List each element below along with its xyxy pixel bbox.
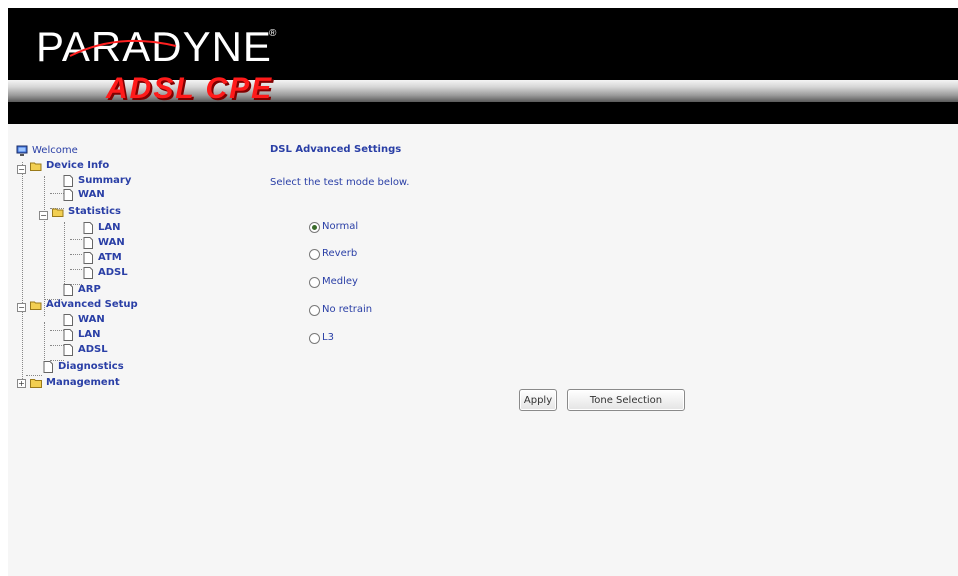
page-icon — [63, 314, 73, 326]
apply-button[interactable]: Apply — [519, 389, 557, 411]
tone-selection-button[interactable]: Tone Selection — [567, 389, 685, 411]
page-icon — [63, 175, 73, 187]
folder-open-icon — [30, 301, 42, 310]
page-icon — [63, 284, 73, 296]
nav-label: ADSL — [78, 344, 108, 355]
expand-icon[interactable]: + — [17, 379, 26, 388]
computer-icon — [16, 145, 28, 156]
tree-line — [70, 254, 82, 255]
nav-label: LAN — [98, 222, 121, 233]
tree-line — [70, 269, 82, 270]
app-frame: PARADYNE ® ADSL CPE − − − + Welcome Devi… — [8, 8, 958, 576]
nav-label: ADSL — [98, 267, 128, 278]
nav-label: Device Info — [46, 160, 110, 171]
tree-line — [44, 176, 45, 316]
nav-label: Summary — [78, 175, 132, 186]
collapse-icon[interactable]: − — [17, 165, 26, 174]
nav-label: ATM — [98, 252, 122, 263]
nav-tree: − − − + Welcome Device Info Summary WAN … — [16, 140, 256, 400]
registered-mark: ® — [269, 28, 277, 39]
product-name: ADSL CPE — [106, 72, 274, 105]
tree-line — [26, 375, 42, 376]
collapse-icon[interactable]: − — [17, 303, 26, 312]
nav-label: WAN — [78, 189, 105, 200]
nav-label: ARP — [78, 284, 101, 295]
radio-button[interactable] — [309, 333, 320, 344]
collapse-icon[interactable]: − — [39, 211, 48, 220]
tree-line — [64, 222, 65, 286]
header-banner: PARADYNE ® ADSL CPE — [8, 8, 958, 124]
radio-label: Normal — [322, 221, 359, 232]
radio-label: L3 — [322, 332, 334, 343]
page-icon — [83, 252, 93, 264]
nav-label: Diagnostics — [58, 361, 124, 372]
page-icon — [83, 237, 93, 249]
radio-button[interactable] — [309, 277, 320, 288]
nav-label: Statistics — [68, 206, 121, 217]
page-icon — [63, 344, 73, 356]
nav-label: WAN — [78, 314, 105, 325]
logo-swoosh-icon — [69, 39, 177, 57]
nav-label: WAN — [98, 237, 125, 248]
folder-open-icon — [30, 162, 42, 171]
radio-label: Reverb — [322, 248, 358, 259]
nav-label: LAN — [78, 329, 101, 340]
folder-closed-icon — [30, 379, 42, 388]
page-icon — [43, 361, 53, 373]
nav-label: Advanced Setup — [46, 299, 138, 310]
radio-label: Medley — [322, 276, 358, 287]
instructions-text: Select the test mode below. — [270, 177, 410, 188]
tree-line — [22, 162, 23, 381]
page-icon — [83, 267, 93, 279]
radio-label: No retrain — [322, 304, 373, 315]
folder-open-icon — [52, 208, 64, 217]
radio-button[interactable] — [309, 305, 320, 316]
main-content: DSL Advanced Settings Select the test mo… — [270, 140, 950, 440]
radio-button[interactable] — [309, 249, 320, 260]
page-title: DSL Advanced Settings — [270, 144, 402, 155]
page-icon — [63, 329, 73, 341]
nav-label: Welcome — [32, 145, 78, 156]
radio-button[interactable] — [309, 222, 320, 233]
nav-label: Management — [46, 377, 120, 388]
page-icon — [63, 189, 73, 201]
page-icon — [83, 222, 93, 234]
tree-line — [70, 239, 82, 240]
